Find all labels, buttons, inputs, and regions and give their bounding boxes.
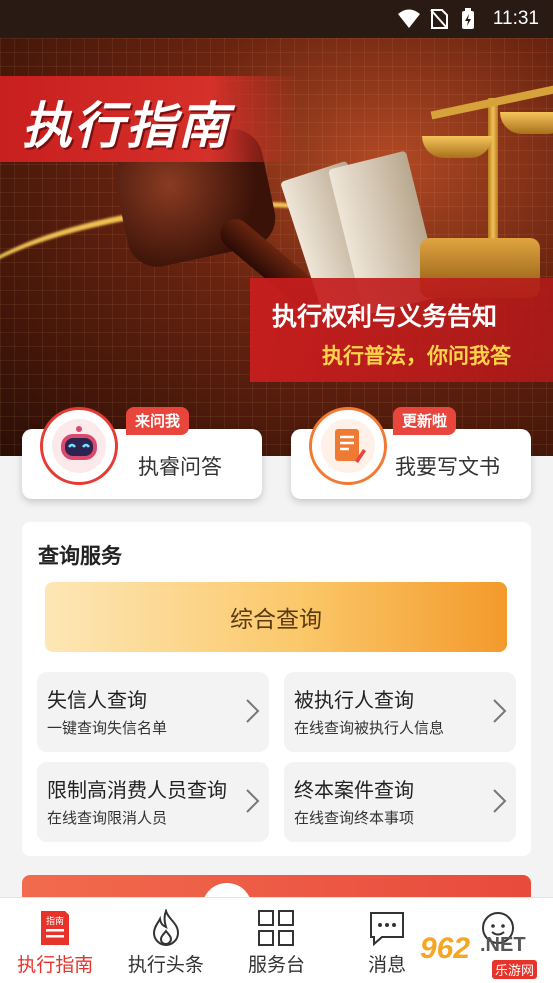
chevron-right-icon (488, 788, 510, 814)
nav-label: 执行指南 (17, 954, 94, 976)
service-subtitle: 在线查询被执行人信息 (294, 719, 445, 737)
chevron-right-icon (241, 788, 263, 814)
ask-me-badge: 来问我 (126, 407, 190, 435)
nav-label: 消息 (368, 954, 407, 976)
nav-tab-guide[interactable]: 指南 执行指南 (0, 898, 111, 983)
quick-card-qa[interactable]: 来问我 执睿问答 (22, 407, 262, 499)
status-time: 11:31 (492, 8, 539, 29)
robot-icon (40, 407, 118, 485)
watermark-site-name: 乐游网 (492, 960, 538, 979)
comprehensive-query-label: 综合查询 (230, 607, 322, 633)
service-title: 失信人查询 (47, 688, 147, 712)
service-title: 终本案件查询 (294, 778, 414, 802)
chevron-right-icon (488, 698, 510, 724)
panel-title: 查询服务 (38, 544, 122, 568)
chat-bubble-icon (367, 908, 407, 948)
hero-banner[interactable]: 执行指南 执行权利与义务告知 执行普法，你问我答 (0, 38, 553, 456)
service-title: 限制高消费人员查询 (47, 778, 227, 802)
document-edit-icon (309, 407, 387, 485)
updated-badge: 更新啦 (393, 407, 457, 435)
quick-card-label: 执睿问答 (138, 455, 222, 479)
nav-label: 服务台 (247, 954, 305, 976)
service-title: 被执行人查询 (294, 688, 414, 712)
no-sim-icon (429, 8, 451, 30)
guide-icon-text: 指南 (46, 915, 64, 927)
banner-title: 执行指南 (22, 96, 230, 155)
chevron-right-icon (241, 698, 263, 724)
quick-card-write-document[interactable]: 更新啦 我要写文书 (291, 407, 531, 499)
notice-title: 执行权利与义务告知 (272, 302, 498, 331)
nav-tab-headlines[interactable]: 执行头条 (111, 898, 222, 983)
service-subtitle: 一键查询失信名单 (47, 719, 168, 737)
wifi-icon (397, 8, 420, 30)
nav-tab-service-desk[interactable]: 服务台 (221, 898, 332, 983)
notice-subtitle: 执行普法，你问我答 (322, 343, 511, 368)
comprehensive-query-button[interactable]: 综合查询 (45, 582, 507, 652)
watermark-net: .NET (480, 934, 526, 956)
nav-label: 执行头条 (127, 954, 204, 976)
watermark-number: 962 (420, 932, 471, 965)
service-subtitle: 在线查询终本事项 (294, 809, 415, 827)
grid-icon (256, 908, 296, 948)
service-subtitle: 在线查询限消人员 (47, 809, 168, 827)
query-services-panel: 查询服务 综合查询 失信人查询 一键查询失信名单 被执行人查询 在线查询被执行人… (22, 522, 531, 856)
flame-icon (146, 908, 186, 948)
service-terminated-case-query[interactable]: 终本案件查询 在线查询终本事项 (284, 762, 516, 842)
site-watermark: 962 .NET 乐游网 (420, 932, 548, 982)
service-high-consumption-query[interactable]: 限制高消费人员查询 在线查询限消人员 (37, 762, 269, 842)
battery-charging-icon (461, 8, 483, 30)
service-executed-person-query[interactable]: 被执行人查询 在线查询被执行人信息 (284, 672, 516, 752)
guide-book-icon: 指南 (35, 908, 75, 948)
service-dishonest-query[interactable]: 失信人查询 一键查询失信名单 (37, 672, 269, 752)
scale-pan (422, 136, 492, 158)
quick-card-label: 我要写文书 (395, 455, 500, 479)
status-bar: 11:31 (0, 0, 553, 38)
scale-pan (500, 112, 553, 134)
